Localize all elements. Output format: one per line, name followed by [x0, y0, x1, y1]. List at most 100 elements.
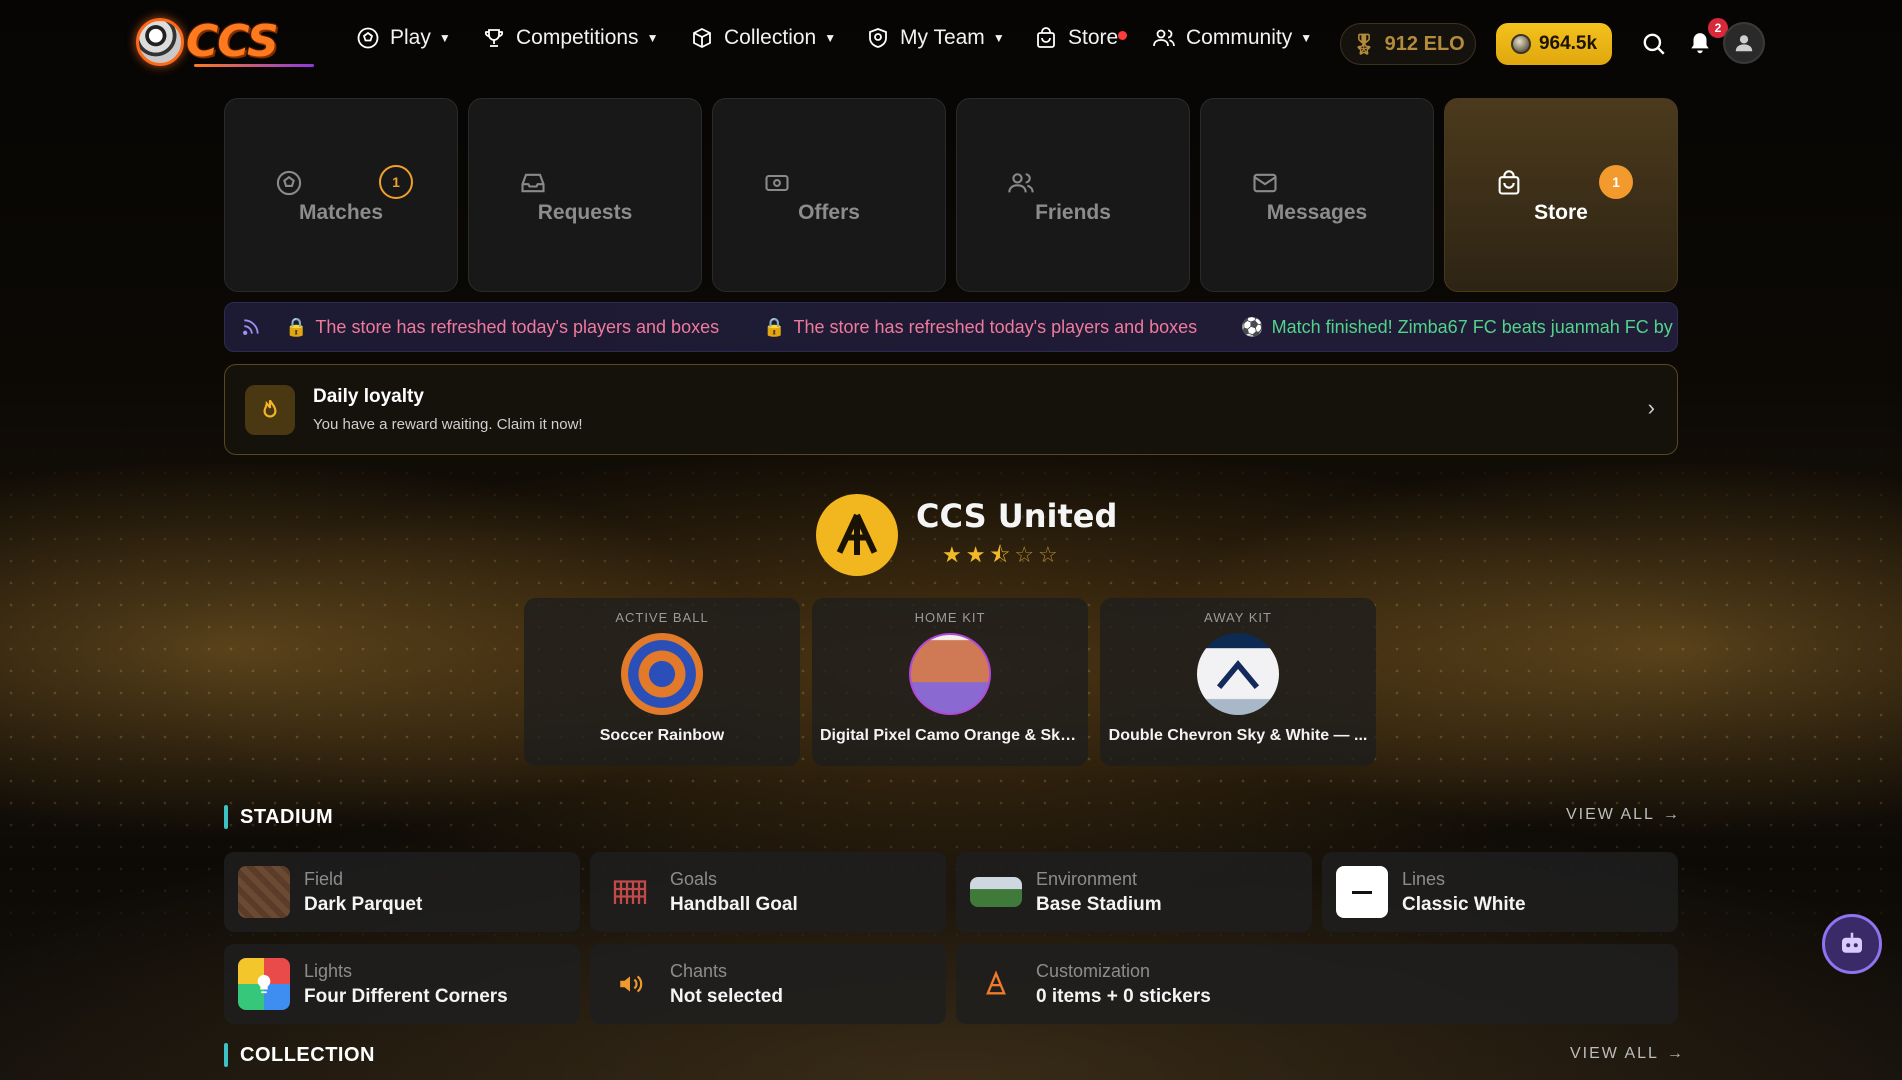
nav-collection[interactable]: Collection ▼: [690, 26, 836, 50]
tab-requests[interactable]: Requests: [468, 98, 702, 292]
home-kit-card[interactable]: HOME KIT Digital Pixel Camo Orange & Sky…: [812, 598, 1088, 766]
section-title: STADIUM: [240, 805, 334, 828]
cell-label: Lights: [304, 960, 353, 981]
cell-value: Four Different Corners: [304, 985, 508, 1007]
coin-icon: [1510, 34, 1531, 54]
nav-play[interactable]: Play ▼: [356, 26, 451, 50]
search-icon: [1643, 33, 1665, 55]
collection-section-title: COLLECTION: [224, 1043, 375, 1067]
active-ball-card[interactable]: ACTIVE BALL Soccer Rainbow: [524, 598, 800, 766]
section-accent-bar: [224, 805, 228, 829]
tab-messages[interactable]: Messages: [1200, 98, 1434, 292]
section-title: COLLECTION: [240, 1043, 375, 1066]
tab-store[interactable]: 1 Store: [1444, 98, 1678, 292]
tab-friends[interactable]: Friends: [956, 98, 1190, 292]
logo-ball-icon: [136, 17, 184, 66]
cell-label: Goals: [670, 868, 718, 889]
nav-community-label: Community: [1186, 26, 1293, 49]
kit-name: Double Chevron Sky & White — ...: [1108, 727, 1368, 744]
cell-value: Dark Parquet: [304, 893, 423, 915]
daily-loyalty-banner[interactable]: Daily loyalty You have a reward waiting.…: [224, 364, 1678, 455]
user-avatar[interactable]: [1723, 22, 1765, 64]
shopping-bag-icon: [1498, 170, 1520, 195]
coin-value: 964.5k: [1538, 33, 1598, 54]
cell-label: Lines: [1402, 868, 1446, 889]
soccer-ball-icon: [357, 27, 379, 49]
star-full-icon: ★: [942, 542, 962, 567]
stadium-lights-cell[interactable]: Lights Four Different Corners: [224, 944, 580, 1024]
stadium-field-cell[interactable]: Field Dark Parquet: [224, 852, 580, 932]
lock-icon: 🔒: [285, 316, 308, 337]
lines-icon: [1336, 866, 1388, 918]
kit-name: Soccer Rainbow: [599, 727, 725, 744]
rss-icon: [243, 319, 259, 335]
arrow-right-icon: →: [1662, 806, 1681, 823]
tab-store-label: Store: [1534, 201, 1588, 224]
coin-balance-pill[interactable]: 964.5k: [1496, 23, 1612, 65]
tab-messages-label: Messages: [1266, 201, 1368, 224]
soccer-ball-icon: [276, 170, 302, 196]
soccer-ball-icon: ⚽: [1241, 316, 1264, 337]
nav-community[interactable]: Community ▼: [1152, 26, 1312, 50]
robot-icon: [1842, 932, 1862, 953]
cell-value: Not selected: [670, 985, 783, 1007]
ticker-item[interactable]: 🔒 The store has refreshed today's player…: [763, 317, 1197, 338]
chevron-down-icon: ▼: [992, 31, 1005, 45]
ball-image: [621, 633, 703, 715]
speaker-icon: [604, 958, 656, 1010]
chevron-down-icon: ▼: [438, 31, 451, 45]
away-kit-card[interactable]: AWAY KIT Double Chevron Sky & White — ..…: [1100, 598, 1376, 766]
team-emblem[interactable]: [816, 494, 898, 576]
ticker-item-text: Match finished! Zimba67 FC beats juanmah…: [1271, 316, 1673, 337]
tab-offers[interactable]: Offers: [712, 98, 946, 292]
daily-loyalty-title: Daily loyalty: [313, 386, 424, 407]
nav-store-label: Store: [1068, 26, 1119, 49]
ticker-item[interactable]: ⚽ Match finished! Zimba67 FC beats juanm…: [1241, 317, 1673, 338]
nav-my-team[interactable]: My Team ▼: [866, 26, 1005, 50]
logo-text: CCS: [186, 16, 279, 67]
tab-matches-label: Matches: [298, 201, 384, 224]
kit-label: HOME KIT: [914, 610, 986, 625]
top-nav: CCS Play ▼ Competitions ▼ Collection ▼ M…: [0, 0, 1902, 86]
nav-competitions[interactable]: Competitions ▼: [482, 26, 658, 50]
cell-value: 0 items + 0 stickers: [1036, 985, 1211, 1007]
stadium-chants-cell[interactable]: Chants Not selected: [590, 944, 946, 1024]
tab-offers-label: Offers: [798, 201, 860, 224]
cell-value: Classic White: [1402, 893, 1526, 915]
chevron-right-icon: ›: [1647, 395, 1655, 420]
view-all-label: VIEW ALL: [1566, 806, 1655, 823]
assistant-bot-button[interactable]: [1822, 914, 1882, 974]
star-empty-icon: ☆: [1014, 542, 1035, 567]
away-kit-image: [1197, 633, 1279, 715]
star-empty-icon: ☆: [1038, 542, 1058, 567]
elo-rating-pill[interactable]: 🎖 912 ELO: [1340, 23, 1476, 65]
news-ticker: 🔒 The store has refreshed today's player…: [224, 302, 1678, 352]
user-icon: [1735, 35, 1753, 52]
stadium-environment-cell[interactable]: Environment Base Stadium: [956, 852, 1312, 932]
collection-view-all-link[interactable]: VIEW ALL →: [1570, 1045, 1685, 1063]
section-accent-bar: [224, 1043, 228, 1067]
tab-matches[interactable]: 1 Matches: [224, 98, 458, 292]
cell-value: Handball Goal: [670, 893, 798, 915]
store-notification-dot: [1118, 31, 1127, 40]
nav-my-team-label: My Team: [900, 26, 985, 49]
star-half-icon: ⯪: [989, 542, 1011, 567]
flame-icon: [245, 384, 295, 435]
cone-icon: [970, 958, 1022, 1010]
lock-icon: 🔒: [763, 316, 786, 337]
kit-label: ACTIVE BALL: [615, 610, 709, 625]
tab-friends-label: Friends: [1035, 201, 1111, 224]
stadium-goals-cell[interactable]: Goals Handball Goal: [590, 852, 946, 932]
logo[interactable]: CCS: [136, 16, 314, 67]
stadium-lines-cell[interactable]: Lines Classic White: [1322, 852, 1678, 932]
cell-label: Environment: [1036, 868, 1138, 889]
view-all-label: VIEW ALL: [1570, 1045, 1659, 1062]
search-button[interactable]: [1638, 28, 1670, 60]
stadium-customization-cell[interactable]: Customization 0 items + 0 stickers: [956, 944, 1678, 1024]
nav-store[interactable]: Store: [1034, 26, 1127, 50]
kit-label: AWAY KIT: [1204, 610, 1272, 625]
arrow-right-icon: →: [1666, 1045, 1685, 1062]
ticker-item[interactable]: 🔒 The store has refreshed today's player…: [285, 317, 719, 338]
cell-label: Field: [304, 868, 344, 889]
stadium-view-all-link[interactable]: VIEW ALL →: [1566, 806, 1681, 824]
